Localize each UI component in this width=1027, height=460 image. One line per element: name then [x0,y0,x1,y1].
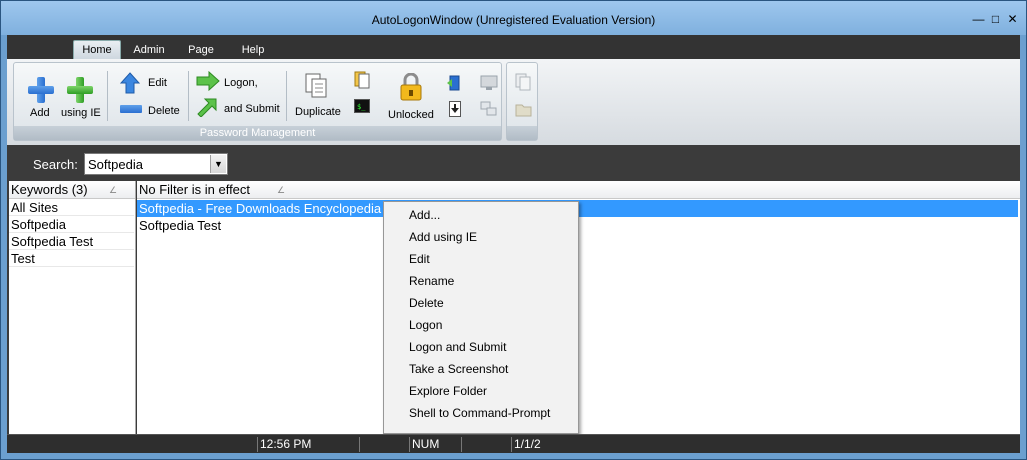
keywords-header[interactable]: Keywords (3) ∠ [9,181,135,199]
status-empty [461,437,509,452]
app-window: AutoLogonWindow (Unregistered Evaluation… [0,0,1027,460]
filter-header[interactable]: No Filter is in effect ∠ [137,181,1020,199]
right-arrow-icon[interactable] [196,71,220,91]
close-button[interactable]: ✕ [1005,11,1020,27]
exit-door-icon[interactable] [447,75,463,91]
menu-item-delete[interactable]: Delete [385,292,577,314]
windows-cascade-icon[interactable] [480,101,498,117]
filter-header-label: No Filter is in effect [139,182,251,197]
search-combobox[interactable]: Softpedia ▼ [84,153,228,175]
status-page: 1/1/2 [511,437,557,452]
open-folder-icon[interactable] [515,101,533,117]
add-using-ie-button-label[interactable]: using IE [61,107,101,119]
password-management-group: Add using IE Edit Delete Logon, and Subm… [13,62,502,141]
window-title: AutoLogonWindow (Unregistered Evaluation… [371,13,656,27]
add-button-label[interactable]: Add [30,107,50,119]
search-label: Search: [33,157,78,172]
menu-item-explore-folder[interactable]: Explore Folder [385,380,577,402]
document-icon[interactable] [354,71,370,89]
menu-item-rename[interactable]: Rename [385,270,577,292]
download-icon[interactable] [449,101,461,117]
menu-item-logon[interactable]: Logon [385,314,577,336]
chevron-down-icon[interactable]: ▼ [210,155,226,173]
keyword-item[interactable]: Softpedia [9,216,134,233]
svg-text:$_: $_ [357,103,366,111]
menu-item-add[interactable]: Add... [385,204,577,226]
and-submit-button-label[interactable]: and Submit [224,103,280,115]
tab-help[interactable]: Help [233,41,273,59]
duplicate-button-label[interactable]: Duplicate [295,106,341,118]
padlock-icon[interactable] [399,73,423,101]
add-using-ie-icon[interactable] [67,77,93,103]
menu-item-edit[interactable]: Edit [385,248,577,270]
separator [188,71,189,121]
title-bar[interactable]: AutoLogonWindow (Unregistered Evaluation… [1,1,1026,35]
up-arrow-icon[interactable] [120,72,140,94]
tab-admin[interactable]: Admin [127,41,171,59]
maximize-button[interactable]: □ [988,11,1003,27]
monitor-icon[interactable] [480,75,498,91]
unlocked-button-label[interactable]: Unlocked [388,109,434,121]
ribbon-tabbar: Home Admin Page Help [7,35,1020,60]
status-bar: 12:56 PM NUM 1/1/2 [7,434,1020,453]
clipboard-group [506,62,538,141]
group-label: Password Management [14,126,501,140]
keyword-item[interactable]: All Sites [9,199,134,216]
terminal-icon[interactable]: $_ [354,99,370,113]
status-time: 12:56 PM [257,437,357,452]
sort-icon: ∠ [109,185,118,195]
diagonal-arrow-icon[interactable] [196,97,218,117]
menu-item-logon-and-submit[interactable]: Logon and Submit [385,336,577,358]
search-bar: Search: Softpedia ▼ [7,145,1020,181]
sort-icon: ∠ [277,185,286,195]
ribbon: Add using IE Edit Delete Logon, and Subm… [7,59,1020,145]
minus-icon[interactable] [120,105,142,113]
keyword-item[interactable]: Test [9,250,134,267]
duplicate-icon[interactable] [305,73,329,99]
status-num: NUM [409,437,459,452]
group-label-empty [507,126,537,140]
menu-item-shell-command-prompt[interactable]: Shell to Command-Prompt [385,402,577,424]
keyword-item[interactable]: Softpedia Test [9,233,134,250]
copy-icon[interactable] [515,73,531,91]
keywords-header-label: Keywords (3) [11,182,88,197]
keywords-pane: Keywords (3) ∠ All Sites Softpedia Softp… [9,181,136,434]
tab-page[interactable]: Page [181,41,221,59]
delete-button-label[interactable]: Delete [148,105,180,117]
menu-item-take-screenshot[interactable]: Take a Screenshot [385,358,577,380]
separator [107,71,108,121]
logon-button-label[interactable]: Logon, [224,77,258,89]
edit-button-label[interactable]: Edit [148,77,167,89]
client-area: Home Admin Page Help Add using IE Edit D… [7,35,1020,453]
add-icon[interactable] [28,77,54,103]
menu-item-add-using-ie[interactable]: Add using IE [385,226,577,248]
tab-home[interactable]: Home [73,40,121,60]
context-menu: Add... Add using IE Edit Rename Delete L… [383,201,579,434]
status-empty [359,437,407,452]
separator [286,71,287,121]
minimize-button[interactable]: — [971,11,986,27]
search-input[interactable]: Softpedia [88,157,143,172]
